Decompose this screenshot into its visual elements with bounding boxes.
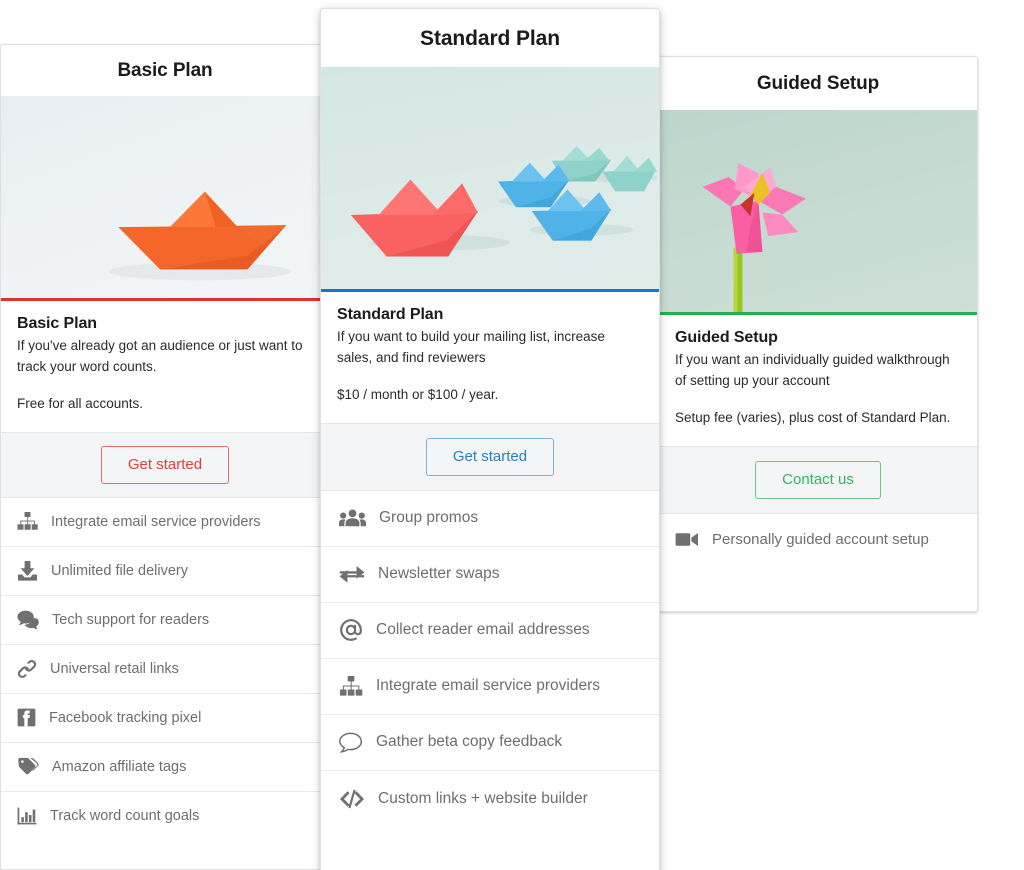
feature-label: Unlimited file delivery bbox=[51, 562, 188, 579]
plan-body-standard: Standard Plan If you want to build your … bbox=[321, 292, 659, 423]
feature-row: Integrate email service providers bbox=[1, 498, 329, 547]
download-inbox-icon bbox=[17, 560, 38, 581]
origami-boats-fleet-illustration bbox=[321, 67, 659, 289]
exchange-arrows-icon bbox=[339, 565, 365, 584]
plan-body-description-guided: If you want an individually guided walkt… bbox=[675, 352, 950, 389]
plan-feature-list-guided: Personally guided account setup bbox=[659, 513, 977, 566]
plan-price-guided: Setup fee (varies), plus cost of Standar… bbox=[675, 409, 951, 425]
plan-feature-list-basic: Integrate email service providers Unlimi… bbox=[1, 497, 329, 841]
plan-body-heading-basic: Basic Plan bbox=[17, 315, 97, 332]
feature-label: Group promos bbox=[379, 509, 479, 527]
plan-price-basic: Free for all accounts. bbox=[17, 395, 144, 411]
feature-label: Track word count goals bbox=[50, 808, 200, 825]
plan-image-standard bbox=[321, 67, 659, 292]
feature-row: Group promos bbox=[321, 491, 659, 547]
feature-row: Track word count goals bbox=[1, 792, 329, 841]
plan-body-guided: Guided Setup If you want an individually… bbox=[659, 315, 977, 446]
feature-row: Integrate email service providers bbox=[321, 659, 659, 715]
pricing-plans-page: Basic Plan Basic Plan If you've already … bbox=[0, 0, 1024, 870]
plan-header-title-standard: Standard Plan bbox=[420, 27, 560, 50]
feature-label: Personally guided account setup bbox=[712, 531, 929, 549]
sitemap-icon bbox=[17, 512, 38, 531]
facebook-icon bbox=[17, 708, 36, 727]
plan-image-guided bbox=[659, 110, 977, 315]
plan-body-basic: Basic Plan If you've already got an audi… bbox=[1, 301, 329, 432]
users-group-icon bbox=[339, 509, 366, 527]
plan-card-guided-setup[interactable]: Guided Setup Guided Setup If you want an… bbox=[658, 56, 978, 612]
get-started-button-standard[interactable]: Get started bbox=[425, 437, 555, 476]
link-chain-icon bbox=[17, 659, 37, 679]
plan-image-basic bbox=[1, 96, 329, 301]
plan-body-description-basic: If you've already got an audience or jus… bbox=[17, 338, 303, 375]
feature-label: Amazon affiliate tags bbox=[52, 758, 187, 775]
feature-row: Collect reader email addresses bbox=[321, 603, 659, 659]
comments-icon bbox=[17, 610, 39, 630]
plan-header-title-guided: Guided Setup bbox=[756, 73, 880, 94]
origami-boat-orange-illustration bbox=[1, 96, 329, 298]
plan-price-standard: $10 / month or $100 / year. bbox=[337, 386, 499, 402]
tags-icon bbox=[17, 757, 39, 776]
feature-label: Tech support for readers bbox=[52, 611, 210, 628]
feature-label: Custom links + website builder bbox=[378, 789, 588, 807]
feature-label: Gather beta copy feedback bbox=[376, 733, 563, 751]
feature-row: Universal retail links bbox=[1, 645, 329, 694]
feature-row: Gather beta copy feedback bbox=[321, 715, 659, 771]
feature-row: Facebook tracking pixel bbox=[1, 694, 329, 743]
get-started-button-basic[interactable]: Get started bbox=[100, 445, 230, 484]
feature-label: Integrate email service providers bbox=[376, 677, 600, 695]
feature-row: Unlimited file delivery bbox=[1, 547, 329, 596]
plan-body-heading-guided: Guided Setup bbox=[675, 329, 778, 346]
plan-action-bar-standard: Get started bbox=[321, 422, 659, 491]
plan-card-basic[interactable]: Basic Plan Basic Plan If you've already … bbox=[0, 44, 330, 870]
video-camera-icon bbox=[675, 531, 699, 548]
plan-card-standard[interactable]: Standard Plan Standard Plan If you want … bbox=[320, 8, 660, 870]
bar-chart-icon bbox=[17, 807, 37, 825]
feature-label: Universal retail links bbox=[50, 660, 179, 677]
feature-row: Tech support for readers bbox=[1, 596, 329, 645]
feature-row: Amazon affiliate tags bbox=[1, 743, 329, 792]
contact-us-button-guided[interactable]: Contact us bbox=[755, 460, 881, 499]
plan-feature-list-standard: Group promos Newsletter swaps Collect re… bbox=[321, 490, 659, 827]
code-icon bbox=[339, 789, 365, 809]
plan-action-bar-guided: Contact us bbox=[659, 445, 977, 514]
feature-row: Newsletter swaps bbox=[321, 547, 659, 603]
plan-action-bar-basic: Get started bbox=[1, 431, 329, 498]
at-sign-icon bbox=[339, 618, 363, 642]
feature-label: Newsletter swaps bbox=[378, 565, 500, 583]
comment-bubble-icon bbox=[339, 732, 363, 753]
feature-label: Integrate email service providers bbox=[51, 513, 261, 530]
plan-body-description-standard: If you want to build your mailing list, … bbox=[337, 329, 605, 366]
feature-label: Facebook tracking pixel bbox=[49, 709, 202, 726]
plan-header-title-basic: Basic Plan bbox=[117, 60, 213, 81]
feature-row: Personally guided account setup bbox=[659, 514, 977, 566]
feature-label: Collect reader email addresses bbox=[376, 621, 590, 639]
plan-body-heading-standard: Standard Plan bbox=[337, 306, 444, 323]
origami-flower-illustration bbox=[659, 110, 977, 312]
sitemap-icon bbox=[339, 675, 363, 697]
feature-row: Custom links + website builder bbox=[321, 771, 659, 827]
